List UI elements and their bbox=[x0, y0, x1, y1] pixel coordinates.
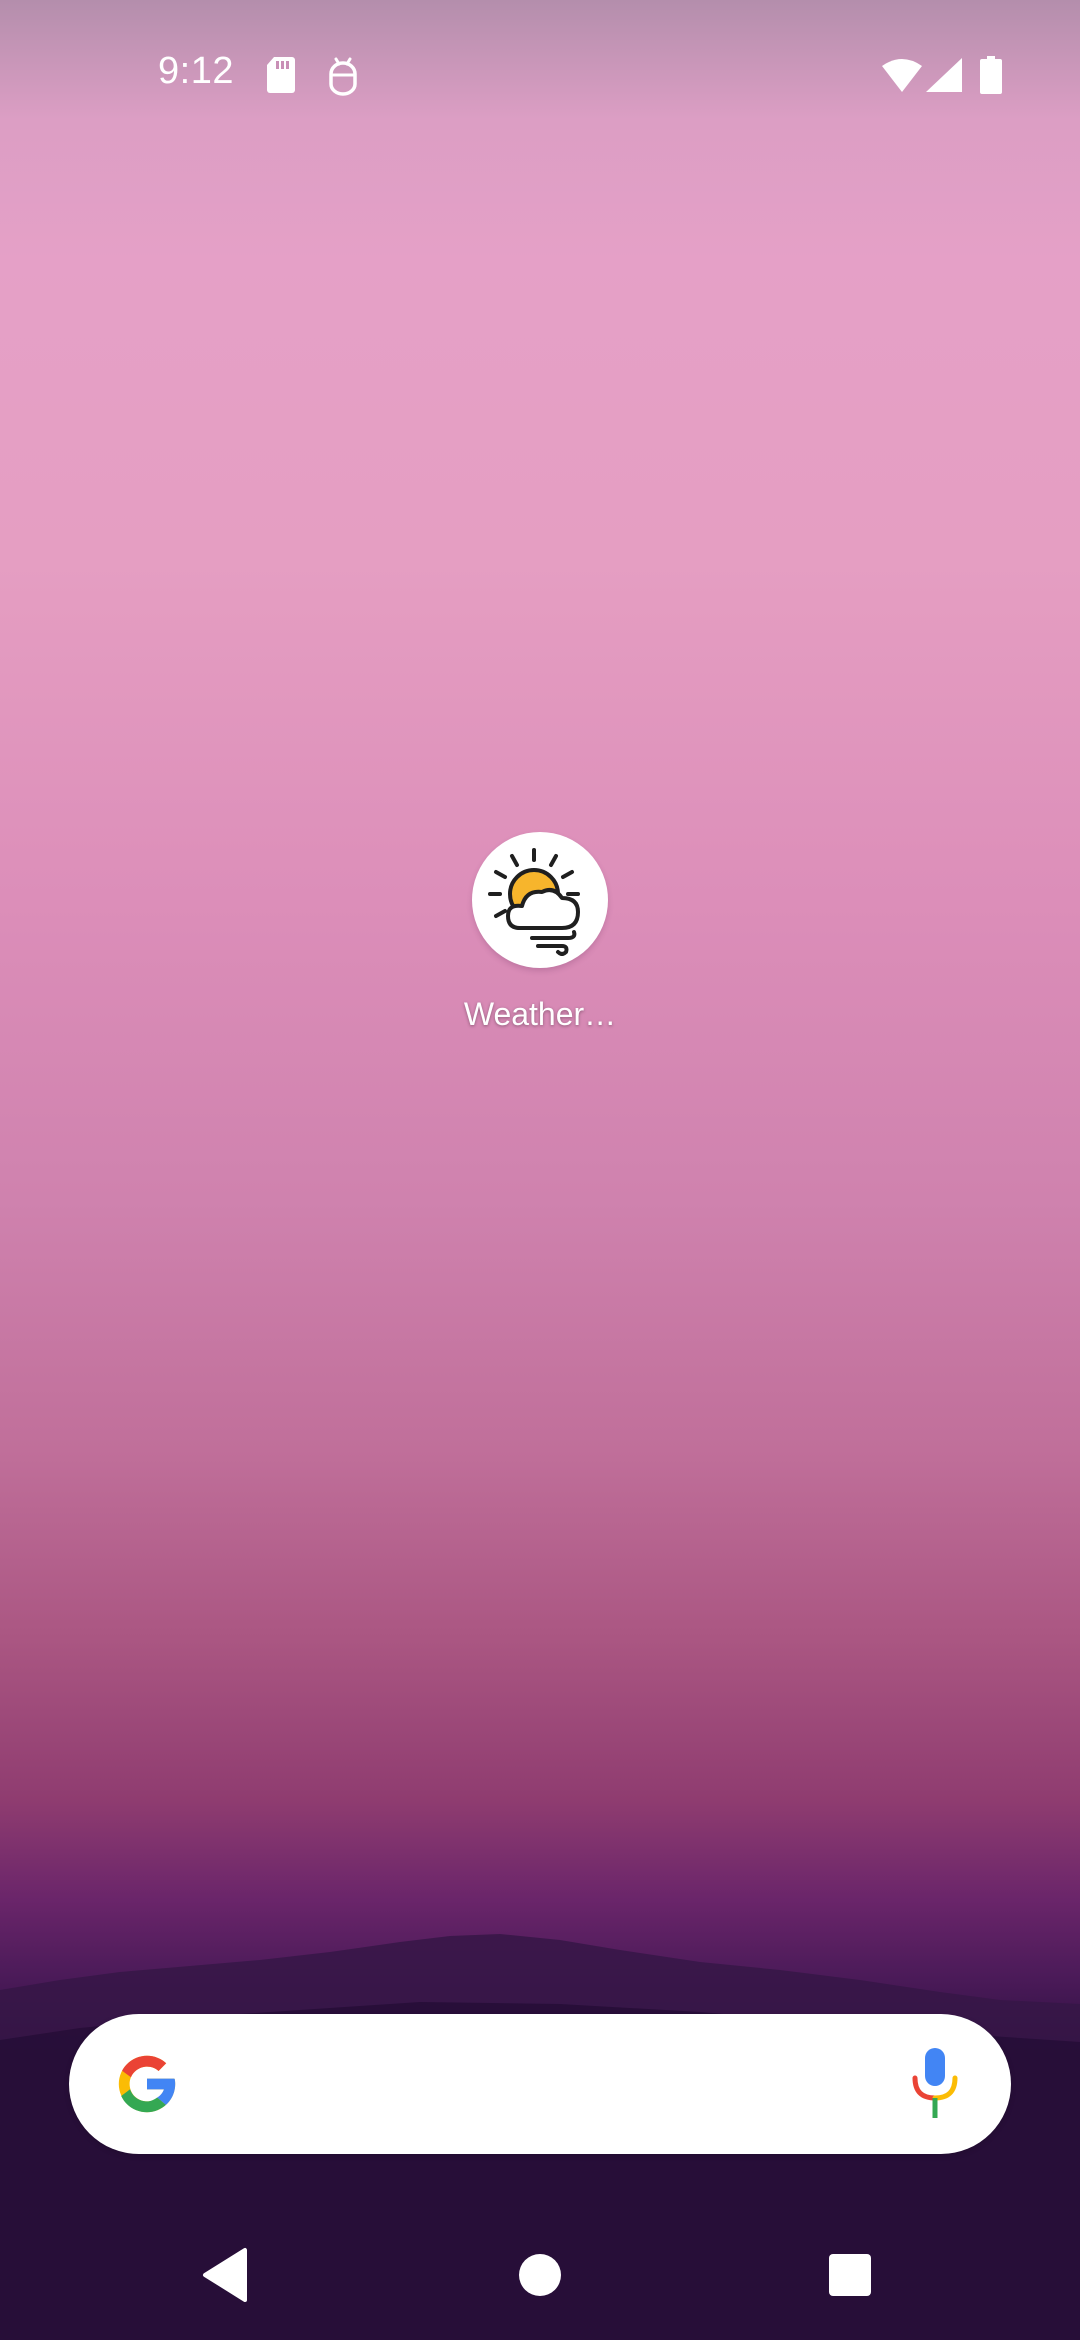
debug-icon bbox=[329, 57, 357, 96]
battery-icon bbox=[980, 56, 1002, 94]
google-g-logo bbox=[118, 2055, 177, 2113]
google-search-bar[interactable] bbox=[69, 2014, 1011, 2154]
weather-app-icon[interactable] bbox=[472, 832, 608, 968]
back-icon[interactable] bbox=[191, 2240, 261, 2310]
status-time: 9:12 bbox=[158, 50, 234, 92]
navigation-bar bbox=[0, 2208, 1080, 2340]
app-label[interactable]: Weather… bbox=[440, 996, 640, 1033]
sd-card-icon bbox=[267, 57, 295, 93]
status-bar: 9:12 bbox=[0, 0, 1080, 150]
home-screen: 9:12 Weather… bbox=[0, 0, 1080, 2340]
recents-icon[interactable] bbox=[815, 2240, 885, 2310]
app-weather[interactable]: Weather… bbox=[440, 826, 640, 1046]
home-icon[interactable] bbox=[505, 2240, 575, 2310]
signal-icon bbox=[926, 58, 962, 92]
mic-icon[interactable] bbox=[909, 2046, 961, 2122]
wifi-icon bbox=[882, 59, 922, 92]
weather-partly-cloudy-windy-icon bbox=[488, 848, 580, 956]
